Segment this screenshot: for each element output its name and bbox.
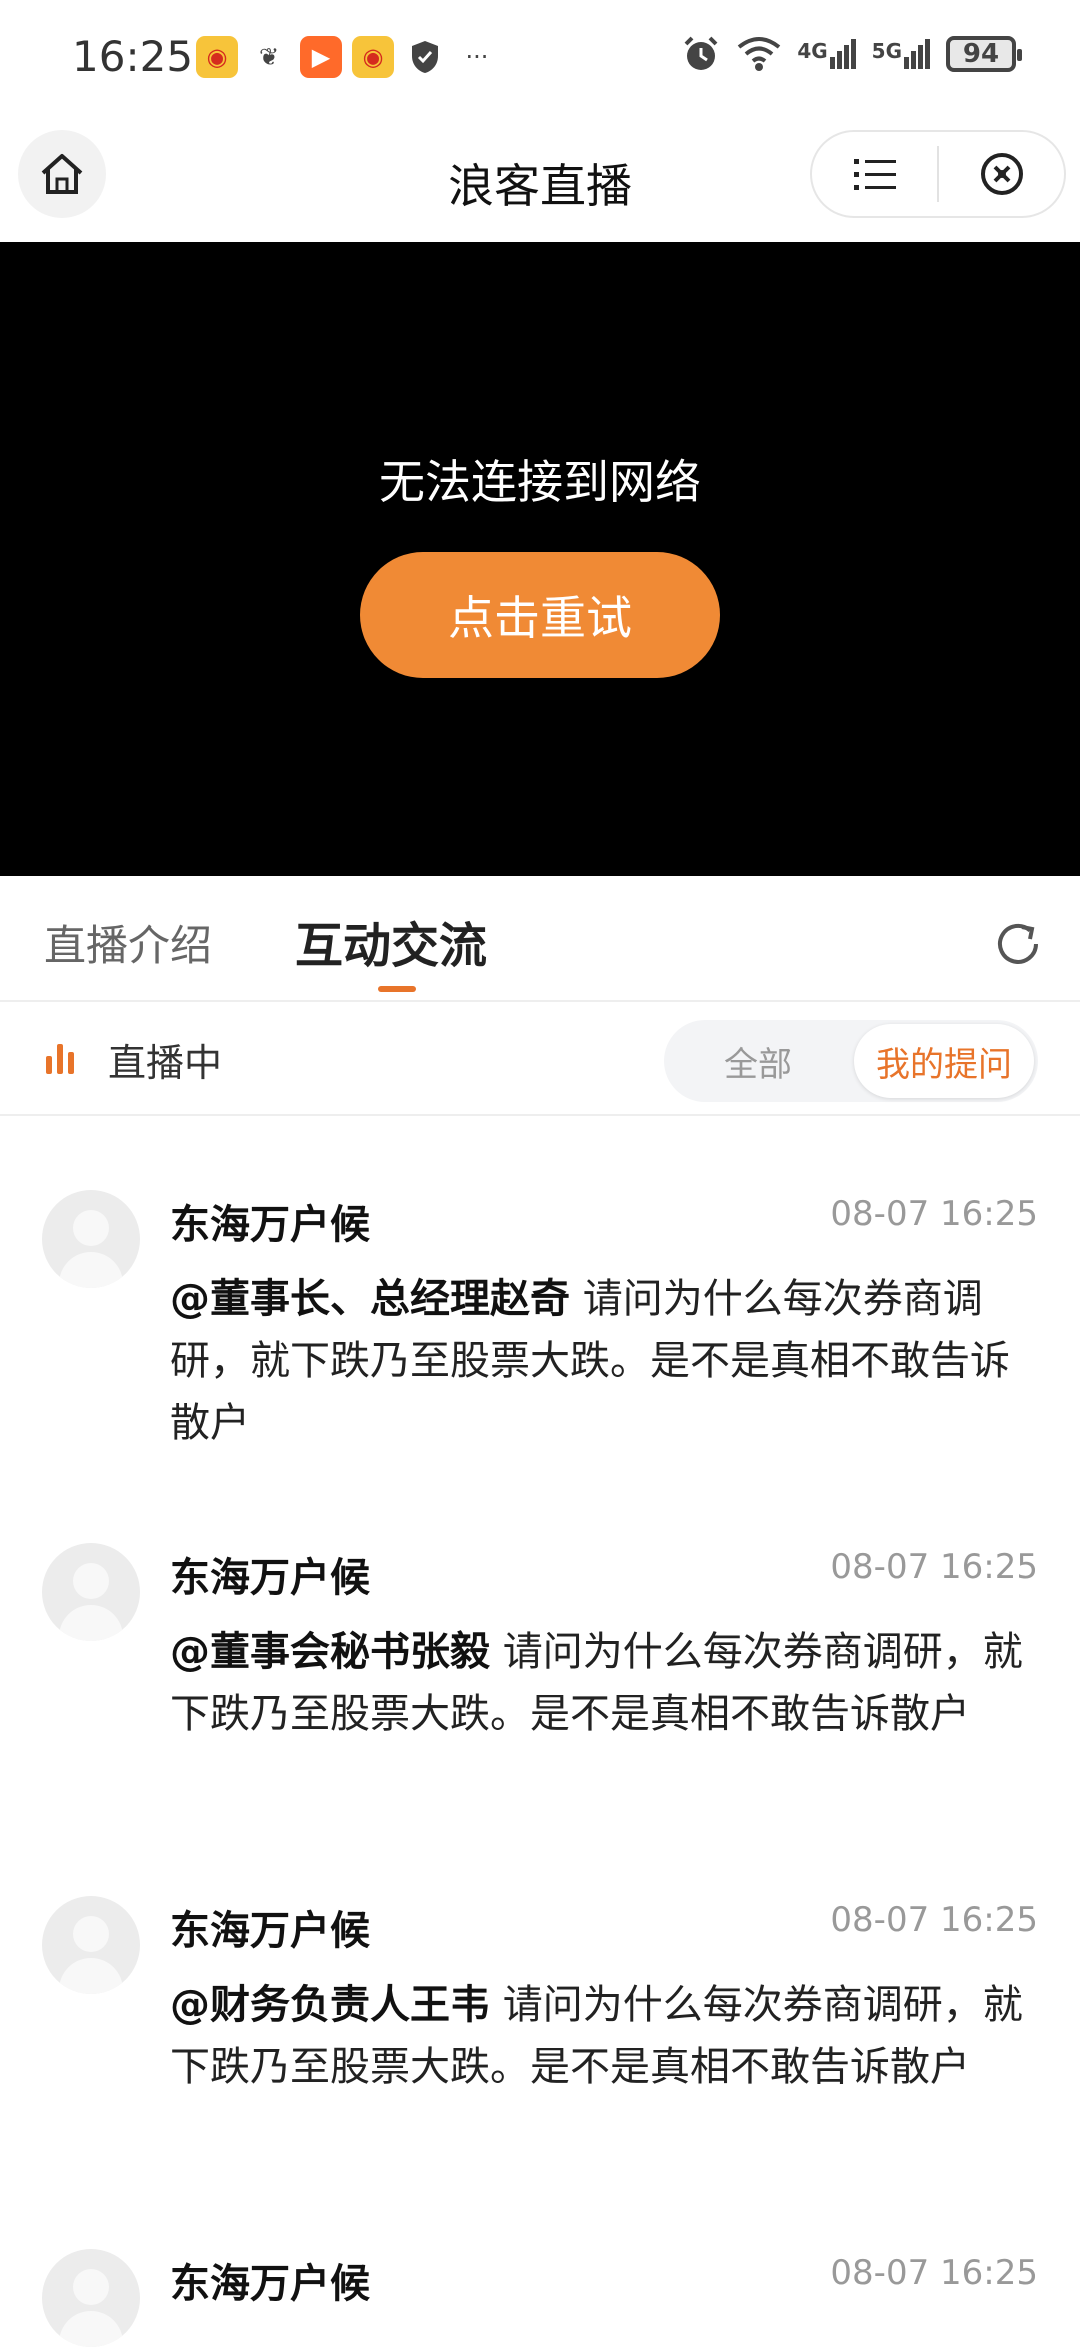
- filter-bar: 直播中 全部 我的提问: [0, 1002, 1080, 1116]
- menu-button[interactable]: [812, 132, 937, 216]
- message-time: 08-07 16:25: [830, 1547, 1038, 1587]
- status-bar: 16:25 ◉ ❦ ▶ ◉ ··· 4G 5G 94: [0, 0, 1080, 120]
- tab-intro[interactable]: 直播介绍: [44, 912, 212, 973]
- avatar[interactable]: [42, 1543, 140, 1641]
- close-circle-icon: [980, 153, 1023, 195]
- message-time: 08-07 16:25: [830, 1900, 1038, 1940]
- retry-button[interactable]: 点击重试: [360, 552, 720, 678]
- live-bars-icon: [46, 1042, 76, 1074]
- battery-level: 94: [962, 39, 1000, 69]
- message-mention: @董事会秘书张毅: [170, 1629, 490, 1675]
- wifi-icon: [738, 37, 781, 71]
- message-content: @财务负责人王韦 请问为什么每次券商调研，就下跌乃至股票大跌。是不是真相不敢告诉…: [170, 1974, 1030, 2098]
- message-author: 东海万户候: [170, 1555, 370, 1601]
- heart-link-icon: ❦: [258, 43, 280, 71]
- more-dots-icon: ···: [465, 43, 489, 71]
- message-author: 东海万户候: [170, 2261, 370, 2307]
- message-time: 08-07 16:25: [830, 1194, 1038, 1234]
- status-time: 16:25: [72, 32, 194, 81]
- header-bar: 浪客直播: [0, 120, 1080, 243]
- signal-4g-icon: 4G: [797, 39, 856, 69]
- shield-icon: [404, 36, 446, 78]
- live-status: 直播中: [108, 1041, 223, 1085]
- message-mention: @财务负责人王韦: [170, 1982, 490, 2028]
- filter-my-questions[interactable]: 我的提问: [854, 1024, 1034, 1098]
- message-time: 08-07 16:25: [830, 2253, 1038, 2293]
- system-icons: 4G 5G 94: [681, 34, 1022, 74]
- signal-5g-icon: 5G: [872, 39, 930, 69]
- message-author: 东海万户候: [170, 1202, 370, 1248]
- filter-all[interactable]: 全部: [664, 1020, 852, 1102]
- weibo-icon: ◉: [352, 36, 394, 78]
- message-content: @董事长、总经理赵奇 请问为什么每次券商调研，就下跌乃至股票大跌。是不是真相不敢…: [170, 1268, 1030, 1454]
- avatar[interactable]: [42, 1896, 140, 1994]
- video-player[interactable]: 无法连接到网络 点击重试: [0, 242, 1080, 876]
- refresh-button[interactable]: [988, 914, 1048, 974]
- close-button[interactable]: [939, 132, 1064, 216]
- message-content: @董事会秘书张毅 请问为什么每次券商调研，就下跌乃至股票大跌。是不是真相不敢告诉…: [170, 1621, 1030, 1745]
- refresh-icon: [998, 923, 1038, 964]
- tab-bar: 直播介绍 互动交流: [0, 876, 1080, 1002]
- weibo-icon: ◉: [196, 36, 238, 78]
- battery-icon: 94: [946, 36, 1022, 72]
- avatar[interactable]: [42, 2249, 140, 2347]
- network-error-message: 无法连接到网络: [379, 455, 701, 509]
- message-mention: @董事长、总经理赵奇: [170, 1276, 570, 1322]
- menu-list-icon: [853, 159, 896, 190]
- tab-active-indicator: [378, 986, 416, 992]
- message-author: 东海万户候: [170, 1908, 370, 1954]
- miniapp-capsule: [810, 130, 1066, 218]
- tab-chat[interactable]: 互动交流: [295, 906, 487, 976]
- alarm-icon: [684, 36, 718, 70]
- avatar[interactable]: [42, 1190, 140, 1288]
- filter-segment: 全部 我的提问: [664, 1020, 1038, 1102]
- notification-icons: ◉ ❦ ▶ ◉ ···: [196, 36, 498, 78]
- kuaishou-icon: ▶: [300, 36, 342, 78]
